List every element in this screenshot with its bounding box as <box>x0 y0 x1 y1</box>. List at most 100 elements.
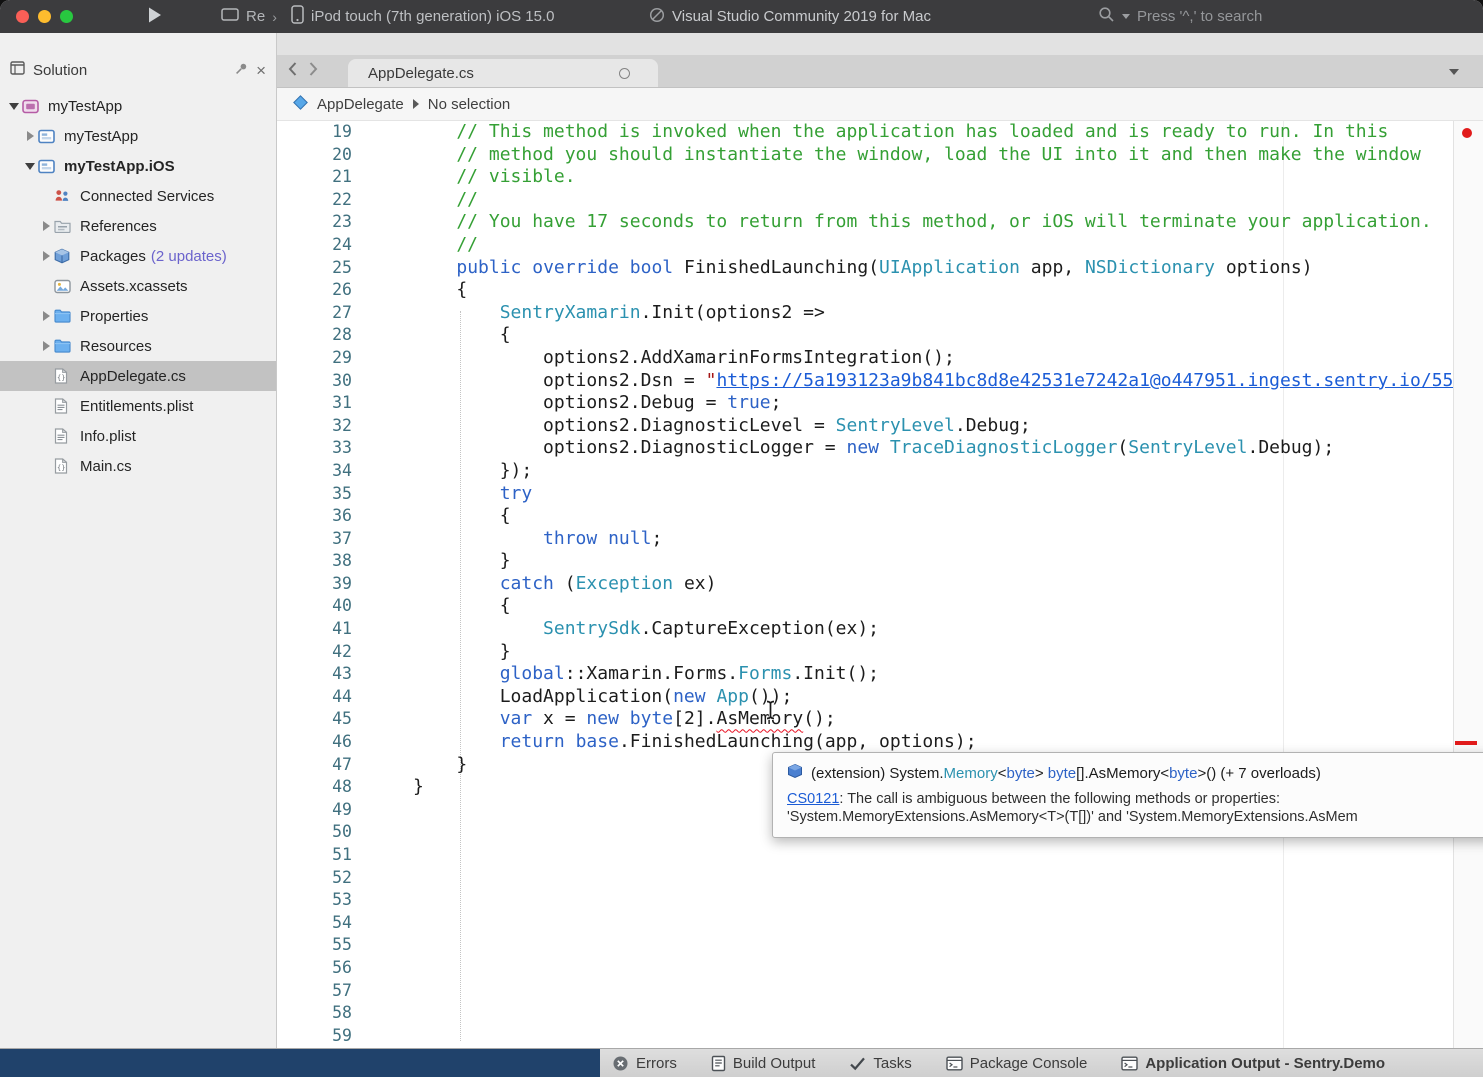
sidebar-item-mytestapp-ios[interactable]: myTestApp.iOS <box>0 151 276 181</box>
package-console-button[interactable]: Package Console <box>946 1055 1088 1072</box>
line-number-gutter[interactable]: 1920212223242526272829303132333435363738… <box>277 121 352 1047</box>
tree-item-label: References <box>80 218 157 235</box>
sidebar-item-info-plist[interactable]: Info.plist <box>0 421 276 451</box>
errors-button[interactable]: Errors <box>612 1055 677 1072</box>
svg-text:{}: {} <box>57 464 65 472</box>
application-output-button[interactable]: Application Output - Sentry.Demo <box>1121 1055 1385 1072</box>
disclosure-triangle[interactable] <box>38 278 54 294</box>
window-frame-icon <box>221 8 239 26</box>
sidebar-item-appdelegate-cs[interactable]: {} AppDelegate.cs <box>0 361 276 391</box>
breadcrumb-selection[interactable]: No selection <box>428 96 511 113</box>
sidebar-item-resources[interactable]: Resources <box>0 331 276 361</box>
code-line-44: LoadApplication(new App()); <box>413 686 1453 709</box>
sentry-dsn-link[interactable]: https://5a193123a9b841bc8d8e42531e7242a1… <box>716 370 1453 391</box>
svg-text:{}: {} <box>57 374 65 382</box>
sidebar-item-main-cs[interactable]: {} Main.cs <box>0 451 276 481</box>
sidebar-item-mytestapp[interactable]: myTestApp <box>0 121 276 151</box>
search-placeholder: Press '^,' to search <box>1137 8 1262 25</box>
disclosure-triangle[interactable] <box>38 308 54 324</box>
line-number: 58 <box>277 1002 352 1025</box>
tab-modified-indicator-icon[interactable] <box>619 68 630 79</box>
line-number: 40 <box>277 595 352 618</box>
navigate-back-button[interactable] <box>287 61 298 82</box>
sidebar-item-properties[interactable]: Properties <box>0 301 276 331</box>
line-number: 50 <box>277 821 352 844</box>
navigate-forward-button[interactable] <box>308 61 319 82</box>
build-output-button[interactable]: Build Output <box>711 1055 816 1072</box>
tab-list-dropdown-icon[interactable] <box>1449 69 1459 75</box>
disclosure-triangle[interactable] <box>22 128 38 144</box>
disclosure-triangle[interactable] <box>38 188 54 204</box>
code-line-34: }); <box>413 460 1453 483</box>
disclosure-triangle[interactable] <box>6 98 22 114</box>
tree-item-label: Resources <box>80 338 152 355</box>
disclosure-triangle[interactable] <box>22 158 38 174</box>
error-underlined-token: AsMemory <box>716 708 803 729</box>
statusbar-progress-area <box>0 1049 600 1077</box>
plist-icon <box>54 428 74 445</box>
code-line-30: options2.Dsn = "https://5a193123a9b841bc… <box>413 370 1453 393</box>
sidebar-item-connected-services[interactable]: Connected Services <box>0 181 276 211</box>
notifications-muted-icon <box>649 7 665 27</box>
tree-item-label: Assets.xcassets <box>80 278 188 295</box>
line-number: 35 <box>277 483 352 506</box>
code-line-29: options2.AddXamarinFormsIntegration(); <box>413 347 1453 370</box>
run-button[interactable] <box>147 0 163 33</box>
line-number: 51 <box>277 844 352 867</box>
line-number: 25 <box>277 257 352 280</box>
sidebar-item-entitlements-plist[interactable]: Entitlements.plist <box>0 391 276 421</box>
scrollbar-error-dot-icon <box>1462 128 1472 138</box>
project-icon <box>38 158 58 175</box>
disclosure-triangle[interactable] <box>38 218 54 234</box>
line-number: 56 <box>277 957 352 980</box>
tree-item-label: Info.plist <box>80 428 136 445</box>
code-editor[interactable]: 1920212223242526272829303132333435363738… <box>277 121 1453 1048</box>
tasks-button[interactable]: Tasks <box>849 1055 911 1072</box>
sidebar-item-references[interactable]: References <box>0 211 276 241</box>
close-window-button[interactable] <box>16 10 29 23</box>
device-selector[interactable]: iPod touch (7th generation) iOS 15.0 <box>291 0 555 33</box>
line-number: 32 <box>277 415 352 438</box>
code-line-56 <box>413 957 1453 980</box>
sidebar-item-mytestapp[interactable]: myTestApp <box>0 91 276 121</box>
tree-item-label: Packages <box>80 248 146 265</box>
sidebar-item-packages[interactable]: Packages (2 updates) <box>0 241 276 271</box>
disclosure-triangle[interactable] <box>38 248 54 264</box>
solution-pad-title: Solution <box>33 62 87 79</box>
window-title-group: Visual Studio Community 2019 for Mac <box>649 0 931 33</box>
code-line-24: // <box>413 234 1453 257</box>
line-number: 39 <box>277 573 352 596</box>
pin-pad-icon[interactable] <box>235 62 248 79</box>
disclosure-triangle[interactable] <box>38 428 54 444</box>
breadcrumb-class[interactable]: AppDelegate <box>317 96 404 113</box>
play-icon <box>147 6 163 28</box>
disclosure-triangle[interactable] <box>38 368 54 384</box>
toolbar-gap <box>277 33 1483 55</box>
breadcrumb: AppDelegate No selection <box>277 88 1483 121</box>
overview-scrollbar[interactable] <box>1453 121 1483 1048</box>
configuration-selector[interactable]: Re › <box>221 0 277 33</box>
sidebar-item-assets-xcassets[interactable]: Assets.xcassets <box>0 271 276 301</box>
error-code-link[interactable]: CS0121 <box>787 791 839 807</box>
class-icon <box>293 95 308 114</box>
code-line-37: throw null; <box>413 528 1453 551</box>
code-line-23: // You have 17 seconds to return from th… <box>413 211 1453 234</box>
titlebar: Re › iPod touch (7th generation) iOS 15.… <box>0 0 1483 33</box>
line-number: 54 <box>277 912 352 935</box>
connected-services-icon <box>54 188 74 205</box>
code-line-46: return base.FinishedLaunching(app, optio… <box>413 731 1453 754</box>
zoom-window-button[interactable] <box>60 10 73 23</box>
tab-appdelegate[interactable]: AppDelegate.cs <box>348 59 658 87</box>
search-field[interactable]: Press '^,' to search <box>1098 0 1262 33</box>
search-icon <box>1098 6 1115 27</box>
main-area: Solution × myTestApp myTestApp myTestApp… <box>0 33 1483 1048</box>
tabstrip: AppDelegate.cs <box>277 55 1483 88</box>
editor-area: AppDelegate.cs AppDelegate No selection … <box>277 33 1483 1048</box>
disclosure-triangle[interactable] <box>38 338 54 354</box>
disclosure-triangle[interactable] <box>38 458 54 474</box>
code-line-22: // <box>413 189 1453 212</box>
minimize-window-button[interactable] <box>38 10 51 23</box>
disclosure-triangle[interactable] <box>38 398 54 414</box>
csfile-icon: {} <box>54 458 74 475</box>
close-pad-icon[interactable]: × <box>256 62 266 79</box>
